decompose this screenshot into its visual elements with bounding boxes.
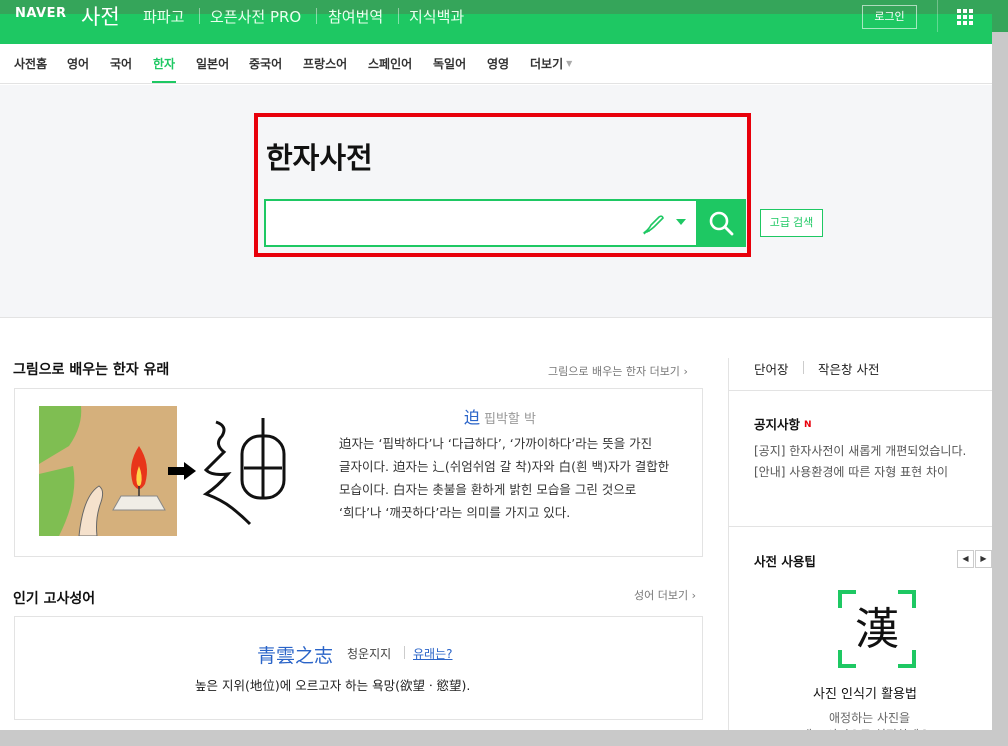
top-header: NAVER 사전 파파고 오픈사전 PRO 참여번역 지식백과 로그인: [0, 0, 1008, 44]
chevron-down-icon: ▼: [566, 59, 573, 68]
origin-char-heading[interactable]: 迫 핍박할 박: [464, 404, 536, 428]
sidebar-tab-wordbook[interactable]: 단어장: [754, 359, 789, 378]
sidebar-tab-divider: [803, 361, 804, 374]
nav-knowledge-encyclopedia[interactable]: 지식백과: [409, 6, 464, 27]
sidebar-divider-h: [729, 526, 992, 527]
arrow-right-icon: [168, 462, 196, 480]
page-title: 한자사전: [266, 141, 373, 175]
origin-more-label: 그림으로 배우는 한자 더보기: [548, 365, 680, 378]
naver-logo[interactable]: NAVER: [15, 6, 67, 21]
idiom-hanja[interactable]: 青雲之志: [257, 641, 333, 668]
chevron-right-icon: ›: [691, 589, 697, 602]
section-title-origin: 그림으로 배우는 한자 유래: [13, 362, 170, 378]
tab-german[interactable]: 독일어: [433, 55, 466, 72]
idiom-origin-link[interactable]: 유래는?: [413, 645, 453, 662]
prev-button[interactable]: ◀: [957, 550, 974, 568]
tab-spanish[interactable]: 스페인어: [368, 55, 412, 72]
nav-divider: [398, 8, 399, 24]
photo-recognition-icon[interactable]: 漢: [838, 590, 916, 668]
next-button[interactable]: ▶: [975, 550, 992, 568]
search-button[interactable]: [696, 199, 746, 247]
notice-title-label: 공지사항: [754, 417, 801, 432]
bottom-overlay: [0, 730, 1008, 746]
idiom-reading: 청운지지: [347, 647, 392, 661]
active-tab-indicator: [152, 81, 176, 83]
origin-char-reading: 핍박할 박: [484, 412, 536, 427]
search-input[interactable]: [274, 209, 634, 237]
nav-participate-translation[interactable]: 참여번역: [328, 6, 383, 27]
nav-divider: [316, 8, 317, 24]
tab-hanja[interactable]: 한자: [153, 55, 175, 72]
grid-icon[interactable]: [957, 9, 973, 25]
nav-divider: [199, 8, 200, 24]
tab-more[interactable]: 더보기 ▼: [530, 55, 572, 72]
chevron-right-icon: ›: [683, 365, 688, 378]
language-tabs: 사전홈 영어 국어 한자 일본어 중국어 프랑스어 스페인어 독일어 영영 더보…: [0, 44, 992, 84]
section-title-idiom: 인기 고사성어: [13, 591, 96, 607]
notice-item[interactable]: [공지] 한자사전이 새롭게 개편되었습니다.: [754, 442, 966, 459]
header-divider: [937, 0, 938, 32]
idiom-divider: [404, 646, 405, 659]
origin-description: 迫자는 ‘핍박하다’나 ‘다급하다’, ‘가까이하다’라는 뜻을 가진 글자이다…: [339, 436, 670, 520]
idiom-meaning: 높은 지위(地位)에 오르고자 하는 욕망(欲望ㆍ慾望).: [195, 678, 471, 693]
origin-char: 迫: [464, 408, 481, 427]
tab-korean[interactable]: 국어: [110, 55, 132, 72]
tab-japanese[interactable]: 일본어: [196, 55, 229, 72]
search-box: [264, 199, 746, 247]
nav-papago[interactable]: 파파고: [143, 6, 184, 27]
sidebar-tab-mini-dict[interactable]: 작은창 사전: [818, 359, 879, 378]
login-button[interactable]: 로그인: [862, 5, 917, 29]
hanja-glyph-illustration: [202, 418, 286, 526]
origin-illustration[interactable]: [39, 406, 177, 536]
dictionary-title[interactable]: 사전: [81, 1, 120, 31]
sidebar-divider-h: [729, 390, 992, 391]
tip-title: 사전 사용팁: [754, 554, 816, 569]
idiom-more-link[interactable]: 성어 더보기 ›: [634, 587, 696, 603]
pen-icon[interactable]: [641, 211, 667, 241]
tab-dict-home[interactable]: 사전홈: [14, 55, 47, 72]
tab-chinese[interactable]: 중국어: [249, 55, 282, 72]
chevron-down-icon[interactable]: [676, 219, 686, 225]
advanced-search-button[interactable]: 고급 검색: [760, 209, 823, 237]
sidebar-divider: [728, 358, 729, 730]
search-icon: [709, 211, 734, 236]
notice-item[interactable]: [안내] 사용환경에 따른 자형 표현 차이: [754, 463, 948, 480]
origin-more-link[interactable]: 그림으로 배우는 한자 더보기 ›: [548, 363, 688, 379]
tip-icon-char: 漢: [855, 604, 899, 655]
tab-english[interactable]: 영어: [67, 55, 89, 72]
idiom-more-label: 성어 더보기: [634, 589, 689, 602]
tab-french[interactable]: 프랑스어: [303, 55, 347, 72]
nav-open-dict-pro[interactable]: 오픈사전 PRO: [210, 6, 301, 27]
tab-more-label: 더보기: [530, 57, 564, 71]
idiom-card: [14, 616, 703, 720]
tip-description: 애정하는 사진을: [829, 711, 911, 725]
notice-title: 공지사항 N: [754, 414, 812, 433]
tab-english-english[interactable]: 영영: [487, 55, 509, 72]
tip-name[interactable]: 사진 인식기 활용법: [813, 683, 917, 702]
new-badge: N: [804, 420, 812, 430]
